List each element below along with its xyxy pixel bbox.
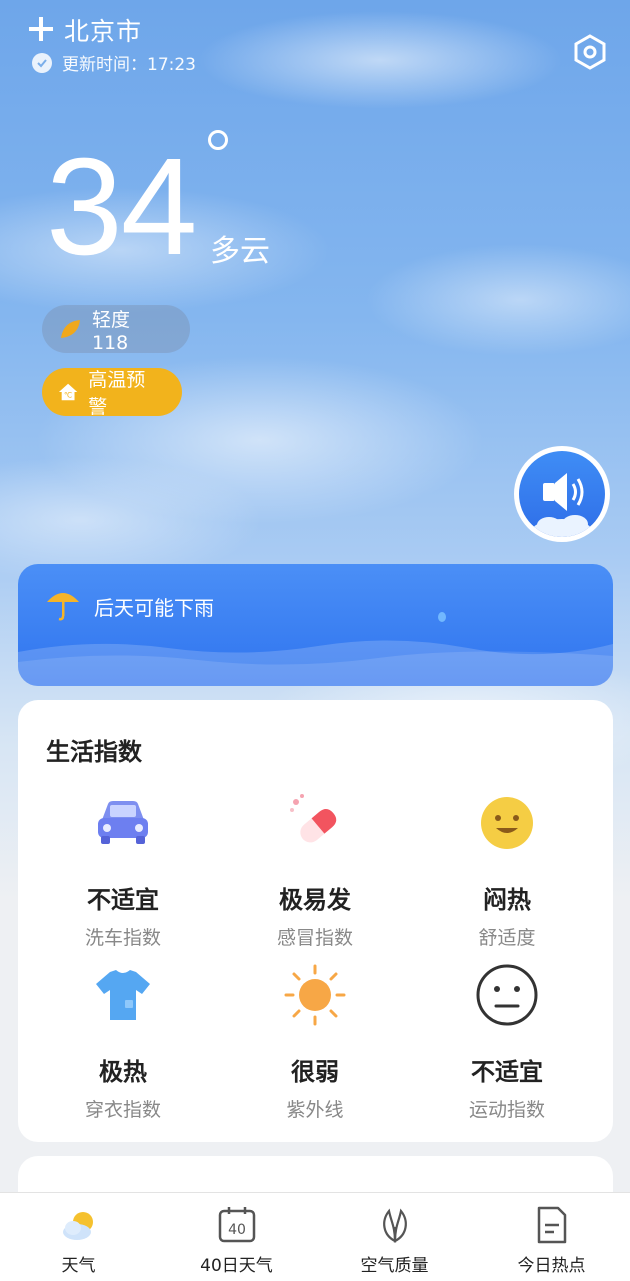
pill-icon [290,794,337,843]
bottom-tab-bar: 天气 40 40日天气 空气质量 今日热点 [0,1192,630,1281]
life-index-value: 极易发 [279,886,351,914]
life-index-label: 感冒指数 [276,927,353,949]
rain-notice-card[interactable]: 后天可能下雨 [18,564,613,686]
life-index-label: 洗车指数 [84,927,161,949]
svg-text:40: 40 [228,1222,246,1238]
tab-weather[interactable]: 天气 [0,1193,157,1281]
update-time-text: 更新时间：17:23 [62,55,196,75]
temperature: 34 [46,130,197,284]
city-name[interactable]: 北京市 [64,12,142,48]
smile-face-icon [481,797,533,849]
life-index-label: 穿衣指数 [84,1099,161,1121]
leaf-icon [60,320,80,338]
top-bar: 北京市 更新时间：17:23 [28,12,610,76]
add-city-icon[interactable] [28,16,54,42]
life-index-item-car-wash[interactable]: 不适宜 洗车指数 [24,790,222,950]
tab-label: 空气质量 [360,1256,429,1276]
aqi-label: 轻度118 [91,308,130,354]
weather-icon [62,1212,93,1240]
tab-label: 今日热点 [517,1256,586,1276]
life-index-title: 生活指数 [46,738,142,766]
weather-condition: 多云 [210,234,270,269]
warning-badge[interactable]: ℃ 高温预警 [42,368,182,418]
tab-label: 40日天气 [200,1256,273,1276]
life-index-item-comfort[interactable]: 闷热 舒适度 [408,790,606,950]
update-time: 更新时间：17:23 [32,50,196,75]
settings-icon[interactable] [572,34,608,70]
house-warning-icon: ℃ [58,383,78,401]
check-icon [32,52,52,73]
aqi-badge[interactable]: 轻度118 [42,305,190,354]
shirt-icon [96,970,150,1020]
life-index-value: 不适宜 [471,1058,543,1086]
car-icon [98,801,148,844]
document-icon [537,1206,566,1244]
wave-decoration [18,640,613,686]
degree-symbol [208,130,228,150]
life-index-item-uv[interactable]: 很弱 紫外线 [216,962,414,1122]
warning-label: 高温预警 [88,369,146,418]
neutral-face-icon [476,964,538,1026]
life-index-label: 紫外线 [286,1099,344,1121]
rain-notice-text: 后天可能下雨 [94,596,214,620]
tab-label: 天气 [61,1256,96,1276]
raindrop-decoration [438,612,446,622]
tab-hot-news[interactable]: 今日热点 [473,1193,630,1281]
life-index-card: 生活指数 不适宜 洗车指数 极易发 感冒指数 闷热 舒适度 极热 穿衣指数 很弱… [18,700,613,1142]
life-index-item-cold[interactable]: 极易发 感冒指数 [216,790,414,950]
calendar-40-icon: 40 [218,1207,255,1243]
life-index-value: 闷热 [483,886,531,914]
life-index-item-dressing[interactable]: 极热 穿衣指数 [24,962,222,1122]
tab-air-quality[interactable]: 空气质量 [316,1193,473,1281]
voice-broadcast-button[interactable] [514,446,610,542]
life-index-value: 极热 [99,1058,147,1086]
umbrella-icon [47,593,79,621]
leaf-icon [382,1208,407,1243]
sun-icon [284,964,346,1026]
life-index-label: 运动指数 [468,1099,545,1121]
speaker-icon [532,473,592,537]
life-index-item-sport[interactable]: 不适宜 运动指数 [408,962,606,1122]
svg-text:℃: ℃ [64,391,72,400]
life-index-label: 舒适度 [478,927,536,949]
life-index-value: 不适宜 [87,886,159,914]
tab-40day-weather[interactable]: 40 40日天气 [158,1193,315,1281]
life-index-value: 很弱 [291,1058,339,1086]
